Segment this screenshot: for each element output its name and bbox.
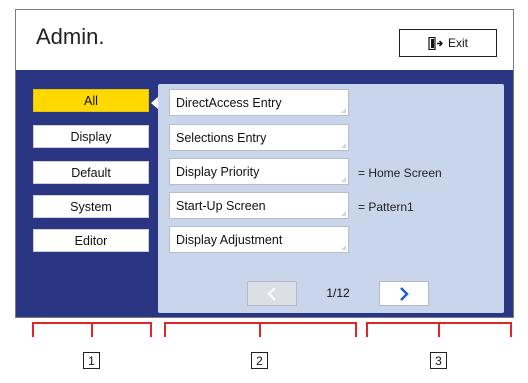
callout-stem-1: [91, 324, 93, 337]
callout-label-1: 1: [83, 352, 100, 369]
page-title: Admin.: [36, 24, 105, 49]
callout-stem-3: [438, 324, 440, 337]
item-label: Start-Up Screen: [176, 198, 266, 213]
next-page-button[interactable]: [379, 281, 429, 306]
category-default-button[interactable]: Default: [33, 161, 149, 184]
category-all-button[interactable]: All: [33, 89, 149, 112]
display-priority-button[interactable]: Display Priority: [169, 158, 349, 185]
callout-label-2: 2: [251, 352, 268, 369]
start-up-screen-button[interactable]: Start-Up Screen: [169, 192, 349, 219]
category-label: All: [84, 93, 98, 108]
category-label: Editor: [74, 233, 108, 248]
selections-entry-button[interactable]: Selections Entry: [169, 124, 349, 151]
item-label: Display Adjustment: [176, 232, 283, 247]
display-adjustment-button[interactable]: Display Adjustment: [169, 226, 349, 253]
category-label: Display: [70, 129, 112, 144]
previous-page-button[interactable]: [247, 281, 297, 306]
display-priority-value: = Home Screen: [358, 166, 442, 180]
category-label: System: [70, 199, 112, 214]
category-editor-button[interactable]: Editor: [33, 229, 149, 252]
page-indicator: 1/12: [326, 286, 350, 300]
item-label: Selections Entry: [176, 130, 267, 145]
exit-door-icon: [428, 36, 443, 50]
directaccess-entry-button[interactable]: DirectAccess Entry: [169, 89, 349, 116]
chevron-left-icon: [267, 286, 276, 301]
exit-label: Exit: [447, 36, 468, 50]
selection-pointer: [151, 97, 158, 109]
item-label: Display Priority: [176, 164, 260, 179]
callout-label-3: 3: [430, 352, 447, 369]
settings-panel: DirectAccess Entry Selections Entry Disp…: [158, 84, 504, 313]
item-label: DirectAccess Entry: [176, 95, 282, 110]
category-display-button[interactable]: Display: [33, 125, 149, 148]
start-up-screen-value: = Pattern1: [358, 200, 414, 214]
category-label: Default: [71, 165, 111, 180]
chevron-right-icon: [400, 286, 409, 301]
callout-stem-2: [259, 324, 261, 337]
category-system-button[interactable]: System: [33, 195, 149, 218]
header-bar: Admin. Exit: [16, 10, 513, 70]
admin-screen: Admin. Exit All Display Default System E…: [15, 9, 514, 318]
exit-button[interactable]: Exit: [399, 29, 497, 57]
